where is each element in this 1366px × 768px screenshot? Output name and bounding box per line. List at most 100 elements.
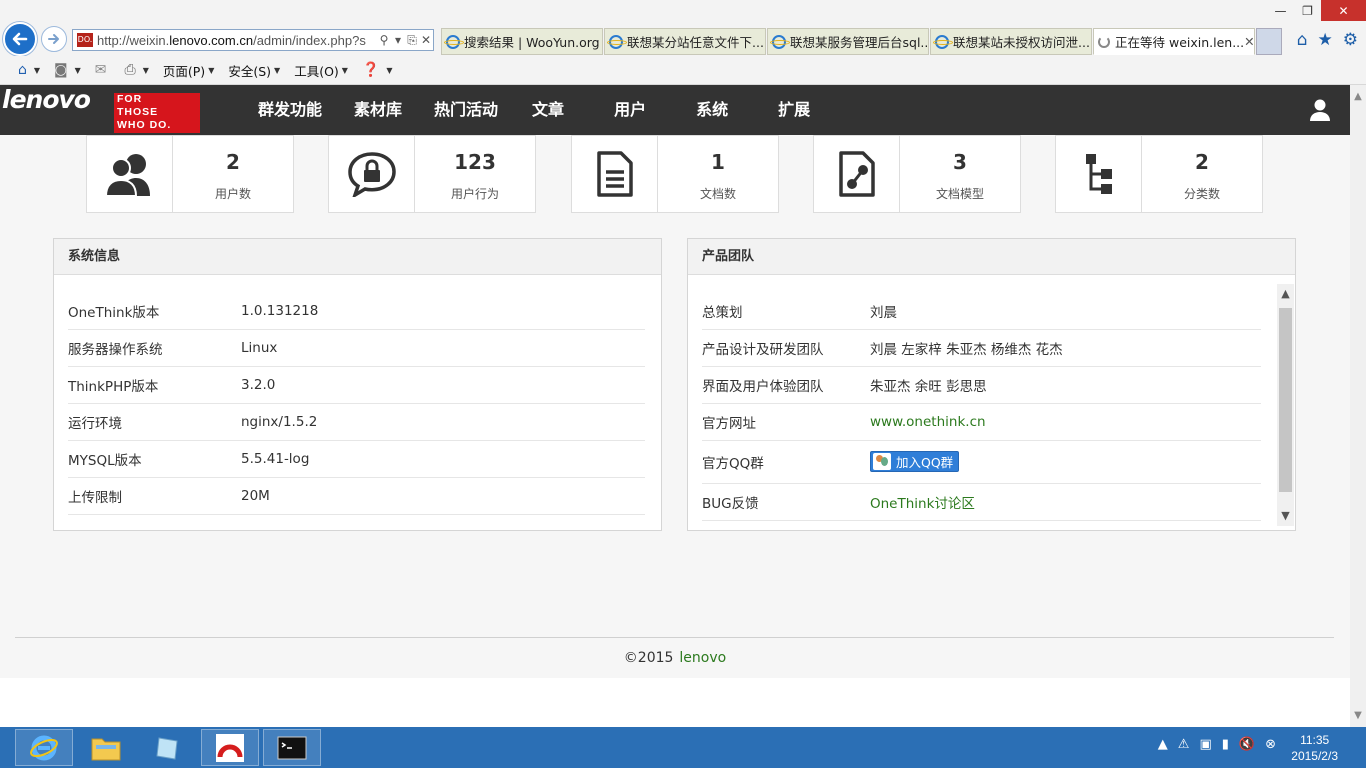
lenovo-logo[interactable]: lenovo FOR THOSE WHO DO. — [0, 85, 204, 133]
scroll-down-icon[interactable]: ▼ — [1277, 506, 1294, 526]
stat-label: 分类数 — [1183, 187, 1220, 201]
address-bar[interactable]: DO. http://weixin.lenovo.com.cn/admin/in… — [72, 29, 434, 51]
safety-menu[interactable]: 安全(S) ▼ — [228, 61, 280, 80]
search-icon[interactable]: ⚲ — [377, 33, 391, 47]
footer-brand-link[interactable]: lenovo — [679, 650, 726, 666]
main-menu: 群发功能 素材库 热门活动 文章 用户 系统 扩展 — [242, 85, 842, 135]
browser-tab[interactable]: 搜索结果 | WooYun.org — [441, 28, 603, 55]
stat-card-documents[interactable]: 1 文档数 — [571, 135, 779, 213]
system-clock[interactable]: 11:35 2015/2/3 — [1291, 732, 1338, 764]
users-icon — [87, 136, 173, 212]
menu-item-materials[interactable]: 素材库 — [338, 85, 418, 135]
scroll-up-icon[interactable]: ▲ — [1350, 91, 1366, 102]
document-icon — [572, 136, 658, 212]
tray-expand-icon[interactable]: ▲ — [1158, 737, 1168, 752]
scroll-down-icon[interactable]: ▼ — [1350, 710, 1366, 721]
browser-tab[interactable]: 联想某服务管理后台sql... — [767, 28, 929, 55]
bug-feedback-link[interactable]: OneThink讨论区 — [870, 492, 1261, 512]
taskbar-ie[interactable] — [15, 729, 73, 766]
team-row: 官方QQ群 加入QQ群 — [702, 441, 1261, 484]
taskbar-cmd[interactable] — [263, 729, 321, 766]
stat-value: 2 — [1195, 150, 1209, 174]
browser-tab[interactable]: 联想某分站任意文件下... — [604, 28, 766, 55]
info-row: OneThink版本 1.0.131218 — [68, 293, 645, 330]
window-controls: — ❐ ✕ — [1267, 0, 1366, 21]
taskbar-app-active[interactable] — [201, 729, 259, 766]
network-warning-icon[interactable]: ⚠ — [1178, 737, 1190, 752]
new-tab-button[interactable] — [1256, 28, 1282, 55]
maximize-icon[interactable]: ❐ — [1294, 0, 1321, 21]
notification-icon[interactable]: ⊗ — [1265, 737, 1276, 752]
stat-label: 文档数 — [699, 187, 736, 201]
browser-tab[interactable]: 联想某站未授权访问泄... — [930, 28, 1092, 55]
address-url[interactable]: http://weixin.lenovo.com.cn/admin/index.… — [97, 33, 377, 48]
page-blank-area — [0, 678, 1350, 727]
stat-card-users[interactable]: 2 用户数 — [86, 135, 294, 213]
team-row: 官方网址 www.onethink.cn — [702, 404, 1261, 441]
stat-card-document-models[interactable]: 3 文档模型 — [813, 135, 1021, 213]
home-menu[interactable]: ⌂ ▼ — [18, 62, 40, 78]
official-site-link[interactable]: www.onethink.cn — [870, 414, 1261, 430]
help-menu[interactable]: ❓ ▼ — [362, 62, 393, 78]
menu-item-articles[interactable]: 文章 — [514, 85, 582, 135]
stat-card-categories[interactable]: 2 分类数 — [1055, 135, 1263, 213]
user-account-icon[interactable] — [1310, 99, 1330, 121]
forward-button[interactable] — [41, 26, 67, 52]
stop-icon[interactable]: ✕ — [419, 33, 433, 47]
menu-item-users[interactable]: 用户 — [582, 85, 678, 135]
favorites-star-icon[interactable]: ★ — [1318, 30, 1333, 50]
info-row: MYSQL版本 5.5.41-log — [68, 441, 645, 478]
arrow-left-icon — [12, 32, 28, 46]
settings-gear-icon[interactable]: ⚙ — [1343, 30, 1358, 50]
menu-item-system[interactable]: 系统 — [678, 85, 746, 135]
browser-tab-active[interactable]: 正在等待 weixin.len... ✕ — [1093, 28, 1255, 55]
team-row: BUG反馈 OneThink讨论区 — [702, 484, 1261, 521]
page-menu[interactable]: 页面(P) ▼ — [163, 61, 214, 80]
menu-item-broadcast[interactable]: 群发功能 — [242, 85, 338, 135]
info-row: 运行环境 nginx/1.5.2 — [68, 404, 645, 441]
home-icon: ⌂ — [18, 62, 27, 78]
stat-value: 123 — [454, 150, 496, 174]
top-navigation: lenovo FOR THOSE WHO DO. 群发功能 素材库 热门活动 文… — [0, 85, 1350, 135]
stat-label: 文档模型 — [935, 187, 984, 201]
rss-icon: ◙ — [54, 62, 68, 78]
minimize-icon[interactable]: — — [1267, 0, 1294, 21]
team-row: 界面及用户体验团队 朱亚杰 余旺 彭思思 — [702, 367, 1261, 404]
team-row: 产品设计及研发团队 刘晨 左家梓 朱亚杰 杨维杰 花杰 — [702, 330, 1261, 367]
mail-button[interactable]: ✉ — [95, 62, 111, 78]
footer-divider — [15, 637, 1334, 638]
menu-item-events[interactable]: 热门活动 — [418, 85, 514, 135]
team-row: 总策划 刘晨 — [702, 293, 1261, 330]
home-icon[interactable]: ⌂ — [1297, 30, 1308, 50]
panel-title: 系统信息 — [54, 239, 661, 275]
print-menu[interactable]: ⎙ ▼ — [125, 62, 149, 78]
logo-tagline: FOR THOSE WHO DO. — [114, 93, 200, 133]
page-scrollbar[interactable]: ▲ ▼ — [1350, 85, 1366, 727]
back-button[interactable] — [3, 22, 37, 56]
mail-icon: ✉ — [94, 62, 107, 78]
menu-item-extensions[interactable]: 扩展 — [746, 85, 842, 135]
notepad-icon — [156, 736, 178, 760]
scroll-up-icon[interactable]: ▲ — [1277, 284, 1294, 304]
taskbar-explorer[interactable] — [77, 729, 135, 766]
compat-view-icon[interactable]: ⎘ — [405, 33, 419, 48]
dropdown-icon[interactable]: ▾ — [391, 33, 405, 47]
panel-scrollbar[interactable]: ▲ ▼ — [1277, 284, 1294, 526]
stat-card-user-actions[interactable]: 123 用户行为 — [328, 135, 536, 213]
close-window-icon[interactable]: ✕ — [1321, 0, 1366, 21]
taskbar-app[interactable] — [139, 729, 197, 766]
scroll-thumb[interactable] — [1279, 308, 1292, 492]
feeds-menu[interactable]: ◙ ▼ — [54, 62, 81, 78]
stat-label: 用户数 — [214, 187, 251, 201]
close-tab-icon[interactable]: ✕ — [1244, 34, 1254, 49]
loading-spinner-icon — [1098, 35, 1110, 48]
volume-muted-icon[interactable]: 🔇 — [1239, 737, 1255, 752]
signal-bars-icon[interactable]: ▮ — [1222, 737, 1229, 752]
ie-icon — [933, 34, 953, 49]
info-row: ThinkPHP版本 3.2.0 — [68, 367, 645, 404]
device-icon[interactable]: ▣ — [1199, 737, 1211, 752]
join-qq-group-button[interactable]: 加入QQ群 — [870, 450, 960, 472]
footer: ©2015 lenovo — [623, 650, 727, 666]
tools-menu[interactable]: 工具(O) ▼ — [294, 61, 348, 80]
product-team-panel: 产品团队 总策划 刘晨 产品设计及研发团队 刘晨 左家梓 朱亚杰 杨维杰 花杰 界面… — [687, 238, 1296, 531]
